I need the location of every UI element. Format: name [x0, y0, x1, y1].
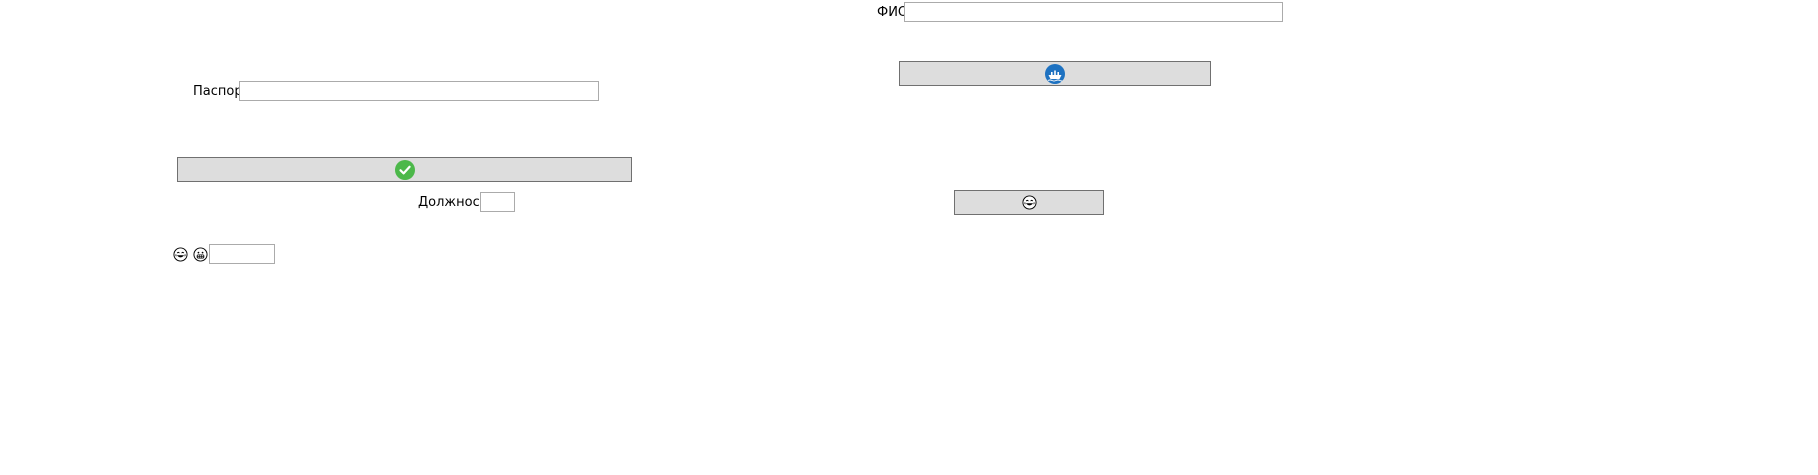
position-input[interactable]: [480, 192, 515, 212]
fio-input[interactable]: [904, 2, 1283, 22]
ship-button[interactable]: [899, 61, 1211, 86]
laughing-face-icon: [173, 247, 188, 262]
checkmark-circle-icon: [394, 159, 415, 180]
emoji-button[interactable]: [954, 190, 1104, 215]
passport-input[interactable]: [239, 81, 599, 101]
laughing-face-icon: [1021, 195, 1037, 210]
grinning-face-icon: [193, 247, 208, 262]
confirm-button[interactable]: [177, 157, 632, 182]
small-text-input[interactable]: [209, 244, 275, 264]
ship-circle-icon: [1045, 63, 1065, 84]
